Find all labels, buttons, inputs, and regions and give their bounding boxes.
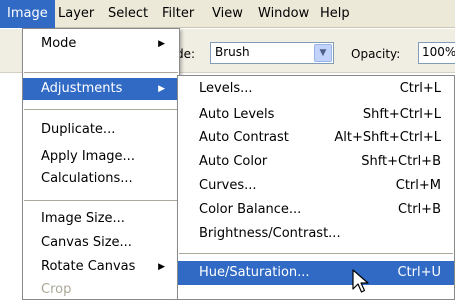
menu-item-calculations[interactable]: Calculations... [23, 168, 179, 190]
submenu-item-hue-saturation[interactable]: Hue/Saturation... Ctrl+U [178, 261, 454, 285]
menu-item-adjustments[interactable]: Adjustments ▶ [23, 78, 179, 100]
adjustments-submenu: Levels... Ctrl+L Auto Levels Shft+Ctrl+L… [177, 75, 455, 300]
menu-item-duplicate[interactable]: Duplicate... [23, 119, 179, 141]
opacity-input[interactable]: 100% [418, 42, 455, 64]
brush-select-value: Brush [215, 45, 250, 59]
submenu-item-label: Auto Contrast [199, 130, 289, 145]
submenu-item-label: Curves... [199, 178, 257, 193]
mouse-pointer-icon [352, 269, 369, 293]
menu-item-mode-label: Mode [41, 36, 77, 51]
opacity-label: Opacity: [351, 47, 401, 61]
submenu-item-shortcut: Ctrl+U [397, 265, 441, 280]
submenu-item-curves[interactable]: Curves... Ctrl+M [178, 174, 454, 198]
menu-item-rotate-canvas[interactable]: Rotate Canvas ▶ [23, 256, 179, 278]
menu-item-apply-image[interactable]: Apply Image... [23, 146, 179, 168]
image-menu-dropdown: Mode ▶ Adjustments ▶ Duplicate... Apply … [22, 28, 180, 300]
menu-item-adjustments-label: Adjustments [41, 81, 123, 96]
menu-separator [24, 200, 178, 201]
menu-separator [24, 109, 178, 110]
menu-filter[interactable]: Filter [155, 0, 201, 28]
submenu-item-label: Color Balance... [199, 202, 302, 217]
submenu-arrow-icon: ▶ [158, 84, 165, 94]
menu-bar: Image Layer Select Filter View Window He… [0, 0, 455, 28]
submenu-item-label: Hue/Saturation... [199, 265, 310, 280]
submenu-item-shortcut: Ctrl+B [398, 202, 441, 217]
dropdown-arrow-icon[interactable]: ▼ [314, 44, 332, 62]
submenu-item-auto-color[interactable]: Auto Color Shft+Ctrl+B [178, 150, 454, 174]
menu-select[interactable]: Select [101, 0, 155, 28]
submenu-item-auto-levels[interactable]: Auto Levels Shft+Ctrl+L [178, 103, 454, 127]
menu-layer[interactable]: Layer [51, 0, 101, 28]
menu-view[interactable]: View [205, 0, 250, 28]
menu-separator [24, 72, 178, 73]
submenu-item-shortcut: Shft+Ctrl+B [361, 154, 441, 169]
menu-window[interactable]: Window [251, 0, 316, 28]
submenu-separator [179, 253, 453, 254]
submenu-item-shortcut: Shft+Ctrl+L [362, 107, 441, 122]
submenu-item-shortcut: Ctrl+L [399, 81, 441, 96]
menu-item-image-size[interactable]: Image Size... [23, 208, 179, 230]
submenu-item-auto-contrast[interactable]: Auto Contrast Alt+Shft+Ctrl+L [178, 126, 454, 150]
submenu-item-label: Auto Color [199, 154, 268, 169]
menu-item-crop: Crop [41, 282, 72, 297]
menu-help[interactable]: Help [313, 0, 357, 28]
menu-image[interactable]: Image [0, 0, 55, 28]
submenu-arrow-icon: ▶ [158, 39, 165, 49]
menu-item-rotate-canvas-label: Rotate Canvas [41, 259, 136, 274]
submenu-item-label: Auto Levels [199, 107, 275, 122]
submenu-item-levels[interactable]: Levels... Ctrl+L [178, 77, 454, 101]
submenu-item-shortcut: Ctrl+M [395, 178, 441, 193]
submenu-item-brightness-contrast[interactable]: Brightness/Contrast... [178, 222, 454, 246]
submenu-arrow-icon: ▶ [158, 262, 165, 272]
submenu-item-shortcut: Alt+Shft+Ctrl+L [334, 130, 441, 145]
menu-item-mode[interactable]: Mode ▶ [23, 33, 179, 55]
submenu-item-label: Brightness/Contrast... [199, 226, 341, 241]
menu-item-canvas-size[interactable]: Canvas Size... [23, 232, 179, 254]
brush-select[interactable]: Brush ▼ [210, 42, 334, 64]
submenu-item-color-balance[interactable]: Color Balance... Ctrl+B [178, 198, 454, 222]
submenu-item-label: Levels... [199, 81, 253, 96]
